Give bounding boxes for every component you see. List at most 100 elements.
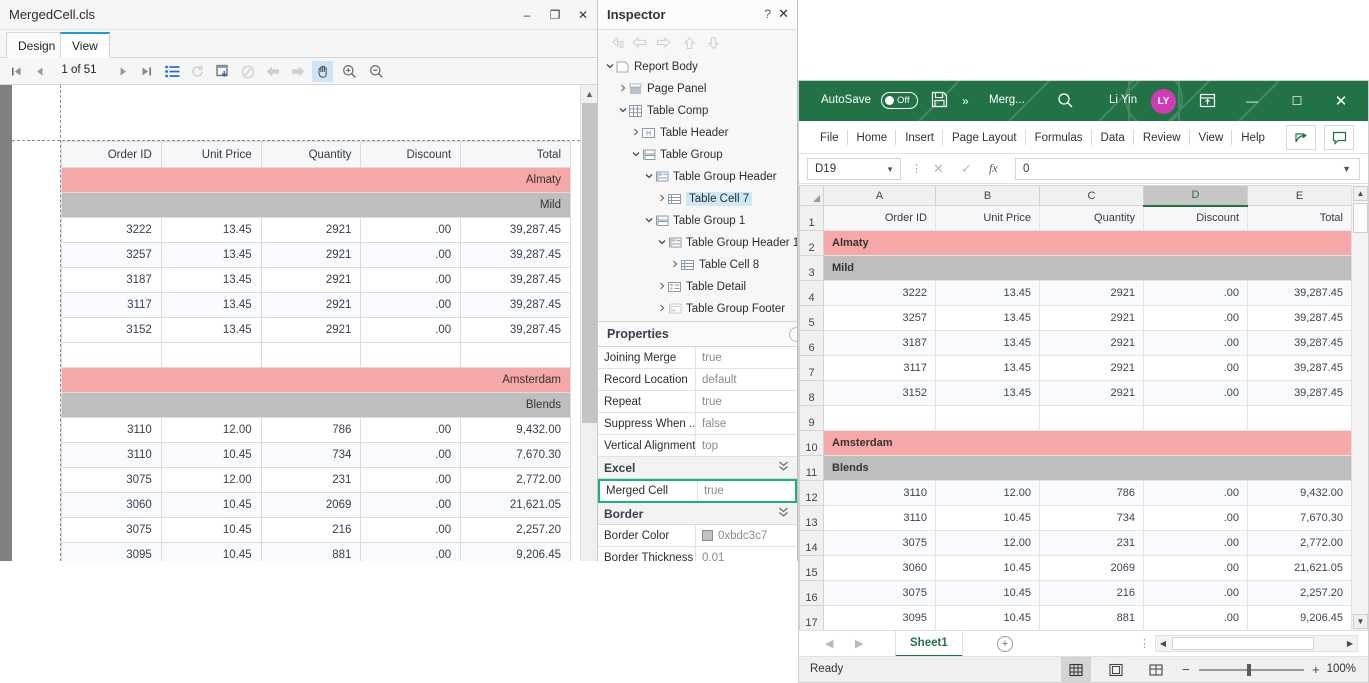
excel-merged-cell[interactable]: Blends (823, 455, 1352, 481)
excel-cell[interactable]: Quantity (1039, 205, 1144, 231)
sheet-next-button[interactable]: ▶ (855, 637, 863, 650)
zoom-out-icon[interactable] (366, 61, 387, 82)
excel-merged-cell[interactable]: Amsterdam (823, 430, 1352, 456)
excel-close-button[interactable]: ✕ (1322, 81, 1360, 121)
viewer-scroll-thumb[interactable] (582, 103, 597, 423)
excel-cell[interactable]: Discount (1143, 205, 1248, 231)
search-icon[interactable] (1057, 92, 1074, 114)
excel-cell[interactable] (1247, 405, 1352, 431)
help-icon[interactable]: ? (764, 7, 771, 21)
color-swatch[interactable] (702, 530, 713, 541)
excel-cell[interactable]: 3110 (823, 480, 936, 506)
sheet-prev-button[interactable]: ◀ (825, 637, 833, 650)
excel-row-header[interactable]: 9 (799, 405, 824, 431)
ribbon-display-options-icon[interactable] (1199, 92, 1216, 114)
excel-cell[interactable]: 786 (1039, 480, 1144, 506)
excel-cell[interactable]: 2,772.00 (1247, 530, 1352, 556)
excel-merged-cell[interactable]: Mild (823, 255, 1352, 281)
excel-cell[interactable]: 3075 (823, 580, 936, 606)
last-page-button[interactable] (136, 61, 157, 82)
excel-cell[interactable] (935, 405, 1040, 431)
chevron-collapse-icon[interactable] (778, 460, 789, 476)
back-button[interactable] (262, 61, 283, 82)
property-value[interactable]: true (696, 347, 797, 368)
chevron-down-icon[interactable] (604, 62, 615, 72)
excel-cell[interactable]: 13.45 (935, 305, 1040, 331)
designer-close-button[interactable]: ✕ (569, 0, 597, 30)
excel-cell[interactable]: 10.45 (935, 605, 1040, 630)
chevron-down-icon[interactable] (643, 216, 654, 226)
chevron-right-icon[interactable] (656, 282, 667, 292)
excel-cell[interactable]: 3110 (823, 505, 936, 531)
previous-page-button[interactable] (29, 61, 50, 82)
tree-node[interactable]: Table Detail (598, 276, 797, 298)
excel-row-header[interactable]: 7 (799, 355, 824, 381)
property-value[interactable]: true (698, 481, 795, 501)
chevron-collapse-icon[interactable] (778, 506, 789, 522)
excel-cell[interactable]: 3152 (823, 380, 936, 406)
chevron-right-icon[interactable] (630, 128, 641, 138)
tree-node[interactable]: H Table Header (598, 122, 797, 144)
excel-column-header-d[interactable]: D (1143, 185, 1248, 207)
excel-scroll-down-button[interactable]: ▼ (1353, 614, 1368, 629)
excel-row-header[interactable]: 12 (799, 480, 824, 506)
property-value[interactable]: 0xbdc3c7 (696, 525, 797, 546)
page-layout-view-icon[interactable] (1101, 657, 1131, 683)
excel-cell[interactable]: .00 (1143, 505, 1248, 531)
excel-cell[interactable]: 13.45 (935, 330, 1040, 356)
excel-row-header[interactable]: 2 (799, 230, 824, 256)
excel-row-header[interactable]: 4 (799, 280, 824, 306)
excel-cell[interactable]: 3060 (823, 555, 936, 581)
tab-design[interactable]: Design (6, 32, 68, 58)
excel-cell[interactable]: Total (1247, 205, 1352, 231)
excel-cell[interactable]: .00 (1143, 605, 1248, 630)
tree-node[interactable]: Report Body (598, 56, 797, 78)
excel-scroll-thumb[interactable] (1353, 203, 1368, 233)
ribbon-tab-formulas[interactable]: Formulas (1026, 121, 1092, 154)
property-value[interactable]: 0.01 (696, 547, 797, 561)
property-row[interactable]: Repeat true (598, 391, 797, 413)
property-section-header[interactable]: Excel (598, 457, 797, 479)
excel-row-header[interactable]: 13 (799, 505, 824, 531)
ribbon-tab-view[interactable]: View (1190, 121, 1233, 154)
excel-cell[interactable]: .00 (1143, 555, 1248, 581)
excel-cell[interactable]: 3187 (823, 330, 936, 356)
excel-cell[interactable]: 39,287.45 (1247, 280, 1352, 306)
property-value[interactable]: false (696, 413, 797, 434)
tree-node[interactable]: Table Group Header 1 (598, 232, 797, 254)
chevron-down-icon[interactable] (656, 238, 667, 248)
tree-node[interactable]: Table Cell 7 (598, 188, 797, 210)
excel-row-header[interactable]: 16 (799, 580, 824, 606)
excel-cell[interactable]: .00 (1143, 530, 1248, 556)
excel-cell[interactable]: 39,287.45 (1247, 355, 1352, 381)
add-sheet-button[interactable]: + (997, 636, 1013, 652)
document-name[interactable]: Merg... (989, 94, 1025, 106)
excel-cell[interactable]: 3257 (823, 305, 936, 331)
property-row[interactable]: Border Thickness 0.01 (598, 547, 797, 561)
excel-cell[interactable]: 7,670.30 (1247, 505, 1352, 531)
tab-view[interactable]: View (60, 32, 110, 58)
chevron-right-icon[interactable] (669, 260, 680, 270)
excel-row-header[interactable]: 6 (799, 330, 824, 356)
excel-row-header[interactable]: 5 (799, 305, 824, 331)
excel-cell[interactable] (823, 405, 936, 431)
excel-cell[interactable]: Order ID (823, 205, 936, 231)
excel-cell[interactable]: 13.45 (935, 380, 1040, 406)
excel-cell[interactable]: 13.45 (935, 280, 1040, 306)
excel-row-header[interactable]: 1 (799, 205, 824, 231)
hscroll-left-button[interactable]: ◀ (1156, 636, 1170, 651)
chevron-down-icon[interactable]: ▼ (886, 165, 894, 174)
excel-cell[interactable]: 2,257.20 (1247, 580, 1352, 606)
ribbon-tab-review[interactable]: Review (1134, 121, 1190, 154)
property-value[interactable]: top (696, 435, 797, 456)
hscroll-thumb[interactable] (1172, 637, 1314, 650)
excel-cell[interactable]: 9,206.45 (1247, 605, 1352, 630)
export-icon[interactable] (212, 61, 233, 82)
property-row[interactable]: Border Color 0xbdc3c7 (598, 525, 797, 547)
zoom-out-button[interactable]: − (1182, 662, 1190, 677)
next-page-button[interactable] (113, 61, 134, 82)
excel-cell[interactable]: 216 (1039, 580, 1144, 606)
normal-view-icon[interactable] (1061, 657, 1091, 683)
tree-node[interactable]: Page Panel (598, 78, 797, 100)
excel-cell[interactable]: 2921 (1039, 330, 1144, 356)
